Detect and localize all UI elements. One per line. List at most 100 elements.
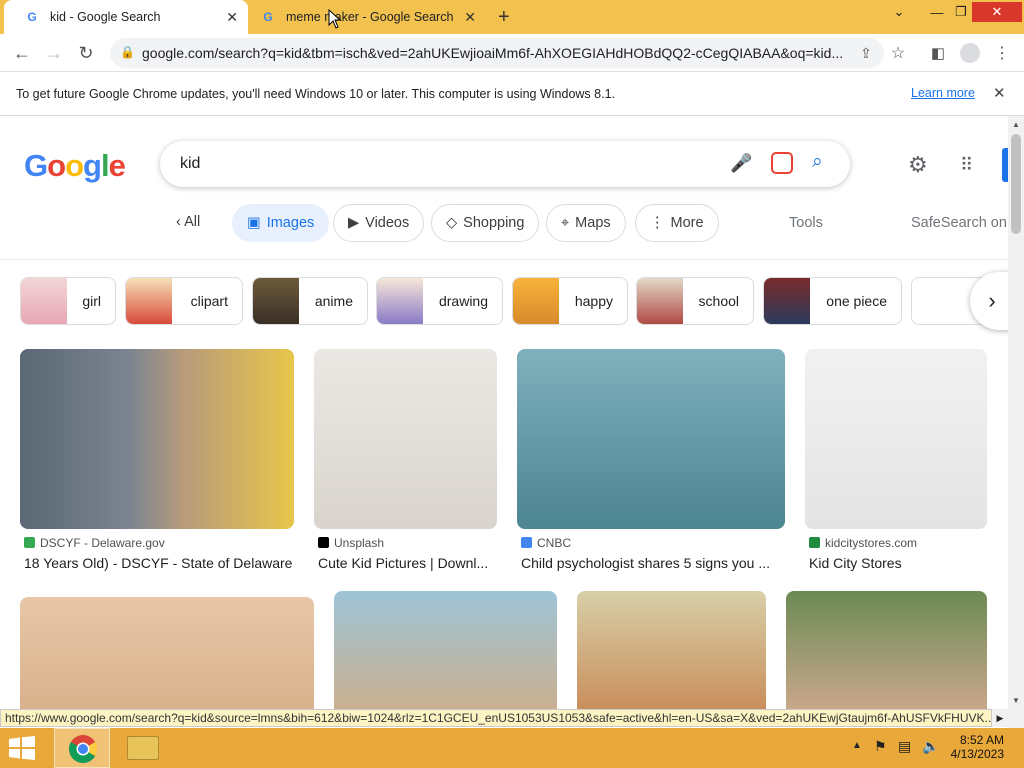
result-image[interactable] — [20, 597, 314, 709]
scroll-up-arrow-icon[interactable]: ▲ — [1008, 120, 1024, 129]
map-pin-icon: ⌖ — [561, 215, 570, 231]
logo-letter: o — [65, 148, 84, 183]
result-title[interactable]: Child psychologist shares 5 signs you ..… — [521, 555, 785, 571]
result-image[interactable] — [517, 349, 785, 529]
bookmark-star-icon[interactable]: ☆ — [886, 41, 910, 65]
new-tab-button[interactable]: + — [498, 6, 510, 29]
refine-anime[interactable]: anime — [252, 277, 368, 325]
result-title[interactable]: 18 Years Old) - DSCYF - State of Delawar… — [24, 555, 294, 571]
search-icon[interactable]: ⌕ — [812, 151, 823, 173]
learn-more-link[interactable]: Learn more — [911, 86, 975, 100]
chrome-taskbar-button[interactable] — [54, 728, 110, 768]
refine-label: girl — [82, 293, 101, 309]
google-favicon-icon: G — [263, 10, 273, 24]
refine-label: one piece — [826, 293, 887, 309]
back-button[interactable]: ← — [10, 41, 34, 65]
image-result[interactable]: kidcitystores.com Kid City Stores — [805, 349, 987, 579]
apps-grid-icon[interactable]: ⠿ — [960, 155, 973, 176]
reload-button[interactable]: ↻ — [74, 41, 98, 65]
action-center-flag-icon[interactable]: ⚑ — [874, 738, 887, 755]
windows-start-icon[interactable] — [8, 736, 36, 760]
result-image[interactable] — [314, 349, 497, 529]
status-url: https://www.google.com/search?q=kid&sour… — [5, 711, 992, 725]
result-title[interactable]: Kid City Stores — [809, 555, 987, 571]
tab-images[interactable]: ▣ Images — [232, 204, 330, 242]
tools-button[interactable]: Tools — [789, 215, 823, 231]
logo-letter: G — [24, 148, 48, 183]
clock-time: 8:52 AM — [959, 733, 1004, 747]
profile-avatar[interactable] — [958, 41, 982, 65]
tab-maps[interactable]: ⌖ Maps — [546, 204, 626, 242]
refine-label: drawing — [438, 293, 488, 309]
nav-all[interactable]: ‹ All — [176, 214, 200, 230]
mouse-cursor-icon — [328, 9, 342, 29]
file-explorer-icon[interactable] — [127, 736, 159, 760]
image-result[interactable]: CNBC Child psychologist shares 5 signs y… — [517, 349, 785, 579]
image-result[interactable] — [20, 597, 314, 709]
share-icon[interactable]: ⇪ — [854, 41, 878, 65]
google-favicon-icon: G — [27, 10, 37, 24]
update-infobar: To get future Google Chrome updates, you… — [0, 72, 1024, 116]
link-status-bar: https://www.google.com/search?q=kid&sour… — [0, 709, 992, 727]
google-logo[interactable]: Google — [24, 148, 126, 184]
source-favicon-icon — [521, 537, 532, 548]
result-image[interactable] — [577, 591, 766, 709]
page-scrollbar[interactable]: ▲ ▼ — [1008, 116, 1024, 728]
windows-taskbar: ▲ ⚑ ▤ 🔈 8:52 AM 4/13/2023 — [0, 728, 1024, 768]
clock[interactable]: 8:52 AM 4/13/2023 — [950, 733, 1004, 761]
logo-letter: g — [83, 148, 102, 183]
result-image[interactable] — [805, 349, 987, 529]
refine-label: happy — [574, 293, 613, 309]
camera-search-icon[interactable] — [771, 152, 793, 174]
tab-close-icon[interactable]: ✕ — [226, 9, 238, 26]
source-favicon-icon — [318, 537, 329, 548]
tab-search-icon[interactable]: ⌄ — [884, 2, 914, 22]
image-result[interactable] — [334, 591, 557, 709]
refine-label: clipart — [190, 293, 228, 309]
refine-thumbnail — [126, 278, 172, 324]
refine-clipart[interactable]: clipart — [125, 277, 243, 325]
result-image[interactable] — [20, 349, 294, 529]
volume-muted-icon[interactable]: 🔈 — [922, 738, 939, 755]
infobar-close-icon[interactable]: ✕ — [993, 84, 1006, 102]
refine-one-piece[interactable]: one piece — [763, 277, 902, 325]
network-icon[interactable]: ▤ — [898, 738, 911, 755]
show-hidden-icons-icon[interactable]: ▲ — [852, 740, 862, 751]
image-result[interactable]: DSCYF - Delaware.gov 18 Years Old) - DSC… — [20, 349, 294, 579]
source-favicon-icon — [24, 537, 35, 548]
tab-close-icon[interactable]: ✕ — [464, 9, 476, 26]
refine-thumbnail — [637, 278, 683, 324]
result-image[interactable] — [334, 591, 557, 709]
refine-drawing[interactable]: drawing — [376, 277, 503, 325]
image-result[interactable]: Unsplash Cute Kid Pictures | Downl... — [314, 349, 497, 579]
tab-meme-maker[interactable]: G meme maker - Google Search ✕ — [250, 0, 486, 34]
refine-school[interactable]: school — [636, 277, 754, 325]
image-result[interactable] — [786, 591, 987, 709]
address-bar[interactable]: 🔒 google.com/search?q=kid&tbm=isch&ved=2… — [110, 38, 884, 68]
forward-button[interactable]: → — [42, 41, 66, 65]
tab-label: Videos — [365, 215, 410, 231]
safesearch-button[interactable]: SafeSearch on — [911, 215, 1007, 231]
side-panel-icon[interactable]: ◧ — [926, 41, 950, 65]
tab-shopping[interactable]: ◇ Shopping — [431, 204, 540, 242]
image-result[interactable] — [577, 591, 766, 709]
refine-girl[interactable]: girl — [20, 277, 116, 325]
result-title[interactable]: Cute Kid Pictures | Downl... — [318, 555, 493, 571]
refine-happy[interactable]: happy — [512, 277, 628, 325]
source-favicon-icon — [809, 537, 820, 548]
voice-search-icon[interactable]: 🎤 — [730, 153, 752, 174]
scrollbar-thumb[interactable] — [1011, 134, 1021, 234]
search-box[interactable]: kid 🎤 ⌕ — [160, 141, 850, 187]
settings-gear-icon[interactable]: ⚙ — [908, 152, 928, 178]
result-image[interactable] — [786, 591, 987, 709]
tab-kid-search[interactable]: G kid - Google Search ✕ — [4, 0, 248, 34]
result-source: kidcitystores.com — [809, 536, 917, 550]
tab-videos[interactable]: ▶ Videos — [333, 204, 425, 242]
scroll-down-arrow-icon[interactable]: ▼ — [1008, 696, 1024, 705]
search-input[interactable]: kid — [180, 155, 200, 173]
scroll-right-arrow-icon[interactable]: ▶ — [992, 709, 1008, 727]
menu-kebab-icon[interactable]: ⋮ — [990, 41, 1014, 65]
refine-label: school — [698, 293, 739, 309]
tab-more[interactable]: ⋮ More — [635, 204, 719, 242]
close-window-button[interactable]: ✕ — [972, 2, 1022, 22]
